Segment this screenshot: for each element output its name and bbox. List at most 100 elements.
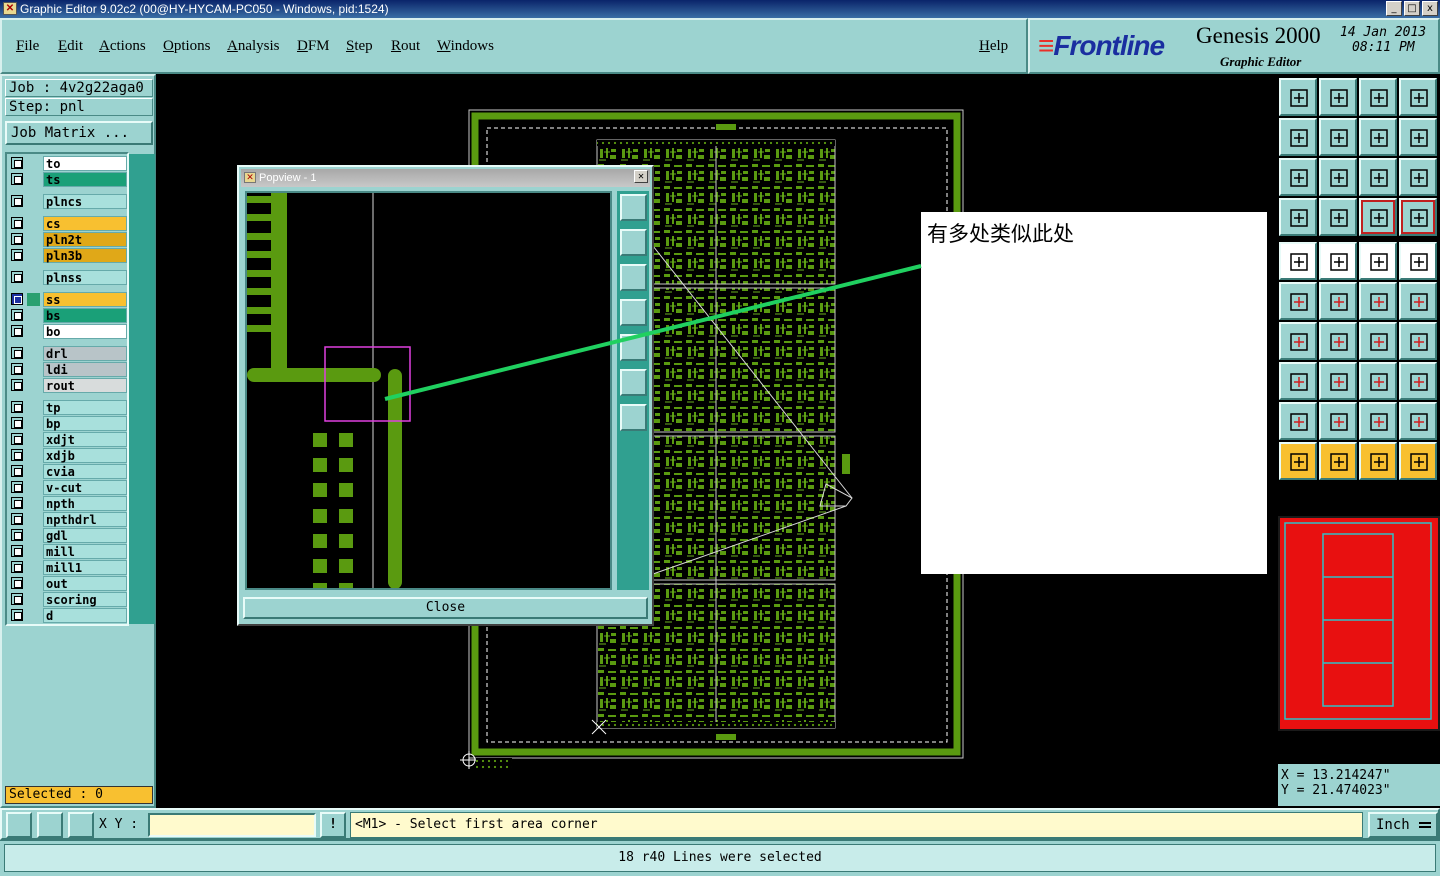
xy-input[interactable]	[148, 813, 316, 837]
diagonal-icon[interactable]	[1319, 322, 1357, 360]
popview-close-icon[interactable]: ✕	[634, 170, 648, 183]
layer-checkbox[interactable]	[11, 497, 23, 509]
layer-name[interactable]: ss	[43, 292, 127, 307]
layer-name[interactable]: cs	[43, 216, 127, 231]
layer-name[interactable]: pln3b	[43, 248, 127, 263]
help-icon[interactable]	[1399, 158, 1437, 196]
layer-checkbox[interactable]	[11, 561, 23, 573]
layer-checkbox[interactable]	[11, 609, 23, 621]
layer-row[interactable]: rout	[9, 378, 127, 393]
menu-windows[interactable]: Windows	[437, 38, 494, 55]
layer-checkbox[interactable]	[11, 593, 23, 605]
layer-row[interactable]: npthdrl	[9, 512, 127, 527]
minimap[interactable]	[1278, 516, 1440, 731]
clone-icon[interactable]	[1399, 362, 1437, 400]
layer-row[interactable]: pln2t	[9, 232, 127, 247]
pad-icon[interactable]	[1399, 242, 1437, 280]
maximize-button[interactable]: □	[1404, 1, 1420, 16]
popview-zoom-window-icon[interactable]	[620, 194, 647, 221]
layer-row[interactable]: d	[9, 608, 127, 623]
layer-row[interactable]: ss	[9, 292, 127, 307]
route-icon[interactable]	[1399, 442, 1437, 480]
layers-red-alt-icon[interactable]	[1399, 198, 1437, 236]
close-window-button[interactable]: x	[1422, 1, 1438, 16]
layer-checkbox[interactable]	[11, 325, 23, 337]
layer-name[interactable]: ts	[43, 172, 127, 187]
grid-icon[interactable]	[1319, 198, 1357, 236]
fit-vertical-icon[interactable]	[1279, 158, 1317, 196]
layer-row[interactable]: bs	[9, 308, 127, 323]
pan-left-icon[interactable]	[1279, 118, 1317, 156]
layers-red-icon[interactable]	[1359, 198, 1397, 236]
dimension-icon[interactable]	[1359, 362, 1397, 400]
layer-name[interactable]: v-cut	[43, 480, 127, 495]
layer-row[interactable]: cvia	[9, 464, 127, 479]
layer-name[interactable]: drl	[43, 346, 127, 361]
pointer-icon[interactable]	[1279, 442, 1317, 480]
layer-row[interactable]: xdjb	[9, 448, 127, 463]
home-icon[interactable]	[1359, 78, 1397, 116]
layer-row[interactable]: bp	[9, 416, 127, 431]
layer-row[interactable]: to	[9, 156, 127, 171]
menu-dfm[interactable]: DFM	[297, 38, 330, 55]
home-up-icon[interactable]	[1279, 78, 1317, 116]
exclamation-button[interactable]: !	[320, 812, 346, 838]
layer-name[interactable]: xdjt	[43, 432, 127, 447]
s-curve-icon[interactable]	[1399, 118, 1437, 156]
layer-row[interactable]: cs	[9, 216, 127, 231]
layer-name[interactable]: bp	[43, 416, 127, 431]
layer-name[interactable]: to	[43, 156, 127, 171]
popview-zoom-out-icon[interactable]	[620, 404, 647, 431]
layer-row[interactable]: npth	[9, 496, 127, 511]
layer-name[interactable]: plnss	[43, 270, 127, 285]
layer-checkbox[interactable]	[11, 513, 23, 525]
layer-checkbox[interactable]	[11, 309, 23, 321]
layer-row[interactable]: xdjt	[9, 432, 127, 447]
cross-node-icon[interactable]	[1319, 282, 1357, 320]
minus-line-icon[interactable]	[1319, 362, 1357, 400]
layer-name[interactable]: npth	[43, 496, 127, 511]
layer-name[interactable]: pln2t	[43, 232, 127, 247]
layer-checkbox[interactable]	[11, 157, 23, 169]
menu-analysis[interactable]: Analysis	[227, 38, 280, 55]
layer-name[interactable]: d	[43, 608, 127, 623]
menu-edit[interactable]: Edit	[58, 38, 83, 55]
menu-options[interactable]: Options	[163, 38, 211, 55]
layer-row[interactable]: gdl	[9, 528, 127, 543]
popview-pan-left-icon[interactable]	[620, 299, 647, 326]
select-pointer-icon[interactable]	[1319, 442, 1357, 480]
layer-checkbox[interactable]	[11, 293, 23, 305]
menu-help[interactable]: Help	[979, 38, 1008, 55]
layer-name[interactable]: out	[43, 576, 127, 591]
layer-name[interactable]: scoring	[43, 592, 127, 607]
layer-row[interactable]: v-cut	[9, 480, 127, 495]
layer-checkbox[interactable]	[11, 233, 23, 245]
measure-tool-icon[interactable]	[37, 812, 63, 838]
popview-title-bar[interactable]: ✕ Popview - 1	[241, 169, 650, 187]
a-shape-icon[interactable]	[1319, 402, 1357, 440]
select-pad-icon[interactable]	[1279, 362, 1317, 400]
popview-pan-down-icon[interactable]	[620, 264, 647, 291]
layer-name[interactable]: bo	[43, 324, 127, 339]
units-select[interactable]: Inch	[1368, 812, 1438, 838]
layer-checkbox[interactable]	[11, 433, 23, 445]
angle-icon[interactable]	[1279, 322, 1317, 360]
layer-name[interactable]: bs	[43, 308, 127, 323]
layer-checkbox[interactable]	[11, 195, 23, 207]
connect-nodes-icon[interactable]	[1279, 282, 1317, 320]
layer-name[interactable]: xdjb	[43, 448, 127, 463]
mirror-icon[interactable]	[1399, 322, 1437, 360]
snap-grid-icon[interactable]	[68, 812, 94, 838]
ruler-icon[interactable]	[1359, 242, 1397, 280]
menu-step[interactable]: Step	[346, 38, 373, 55]
layer-checkbox[interactable]	[11, 379, 23, 391]
scale-1-2-icon[interactable]	[1359, 158, 1397, 196]
triangle-icon[interactable]	[1279, 402, 1317, 440]
layer-checkbox[interactable]	[11, 347, 23, 359]
a-shape-bar-icon[interactable]	[1359, 402, 1397, 440]
tools-icon[interactable]	[1279, 198, 1317, 236]
layer-name[interactable]: mill	[43, 544, 127, 559]
layer-name[interactable]: rout	[43, 378, 127, 393]
move-node-icon[interactable]	[1359, 282, 1397, 320]
draw-line-icon[interactable]	[1319, 242, 1357, 280]
